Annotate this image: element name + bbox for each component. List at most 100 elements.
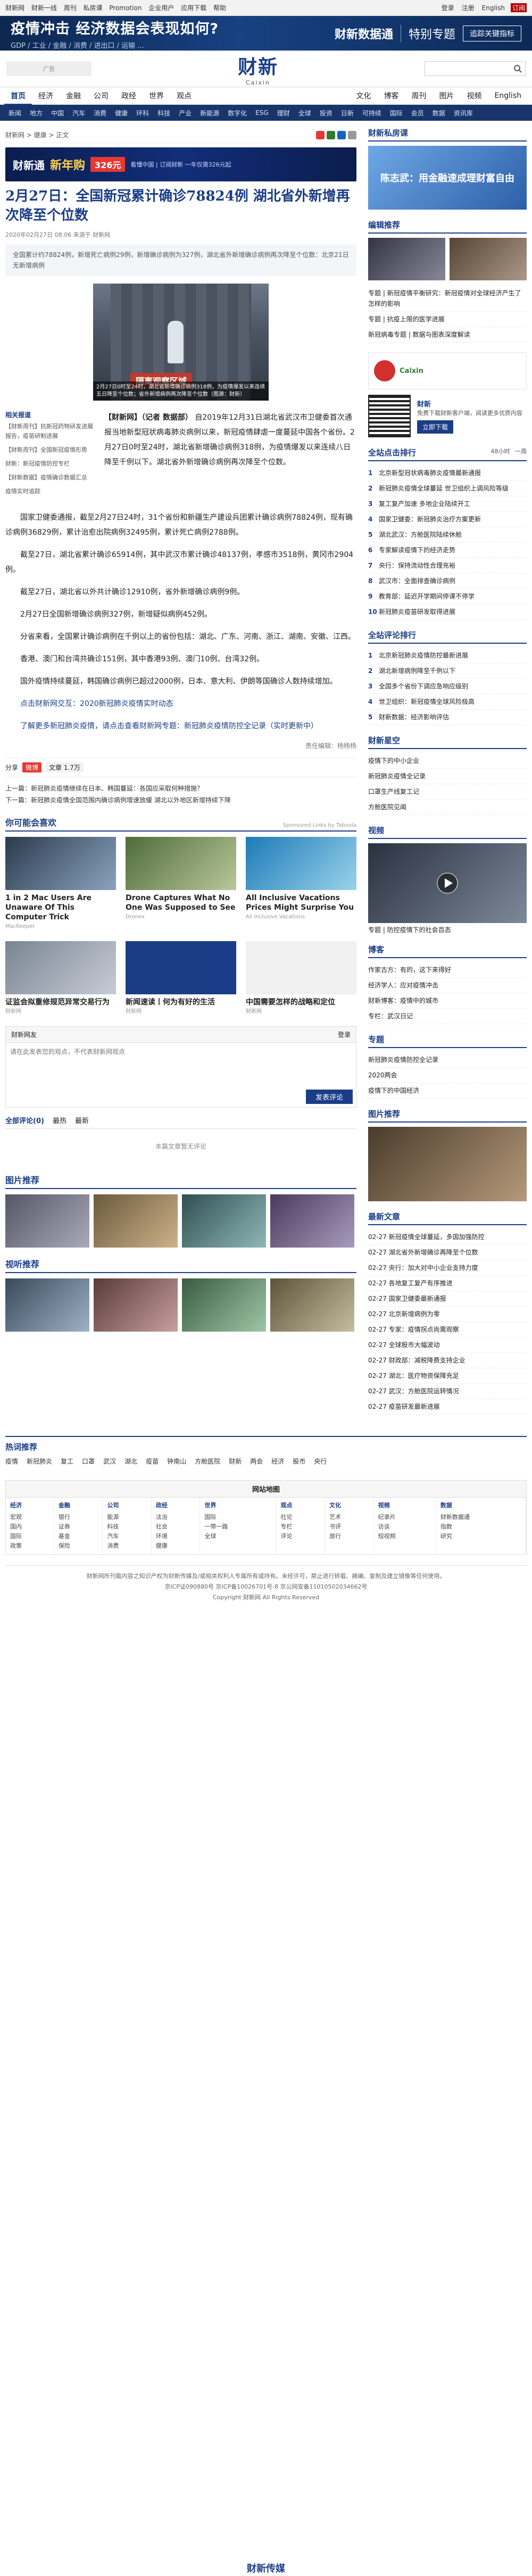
site-map-link[interactable]: 访谈: [378, 1522, 431, 1532]
subnav-item[interactable]: 可持续: [358, 109, 386, 118]
photo-thumb[interactable]: [94, 1194, 178, 1248]
english-link[interactable]: English: [480, 4, 506, 12]
breadcrumb-text[interactable]: 财新网 > 健康 > 正文: [5, 130, 69, 139]
latest-item[interactable]: 02-27 湖北省外新增确诊再降至个位数: [368, 1245, 527, 1260]
site-map-link[interactable]: 书评: [329, 1522, 369, 1532]
wechat-icon[interactable]: [327, 130, 335, 139]
subnav-item[interactable]: ESG: [251, 109, 273, 117]
hot-word[interactable]: 央行: [314, 1456, 327, 1467]
blog-item[interactable]: 作家古方：有的，这下来得好: [368, 962, 527, 978]
subnav-item[interactable]: 消费: [89, 109, 111, 118]
recommend-card[interactable]: 新闻速读丨何为有好的生活 财新网: [126, 941, 236, 1017]
site-map-col-head[interactable]: 数据: [440, 1501, 521, 1510]
nav-item[interactable]: 政经: [115, 90, 143, 101]
nav-item[interactable]: 周刊: [405, 90, 433, 101]
hot-word[interactable]: 钟南山: [167, 1456, 186, 1467]
hot-word[interactable]: 股市: [293, 1456, 305, 1467]
editor-pick-item[interactable]: 专题 | 新冠疫情平衡研究：新冠疫情对全球经济产生了怎样的影响: [368, 286, 527, 312]
latest-item[interactable]: 02-27 专家：疫情拐点尚需观察: [368, 1322, 527, 1337]
qzone-icon[interactable]: [337, 130, 346, 139]
top-link[interactable]: 财新网: [5, 4, 24, 12]
top-link[interactable]: Promotion: [109, 4, 142, 12]
tab-week[interactable]: 一周: [515, 448, 527, 455]
site-map-link[interactable]: 社会: [156, 1522, 196, 1532]
nav-item[interactable]: English: [488, 92, 528, 100]
site-map-link[interactable]: 消费: [107, 1541, 147, 1551]
subnav-item[interactable]: 全球: [294, 109, 315, 118]
hot-word[interactable]: 湖北: [124, 1456, 137, 1467]
site-map-link[interactable]: 科技: [107, 1522, 147, 1532]
hot-ranking-item[interactable]: 2 新冠肺炎疫情全球蔓延 世卫组织上调风险等级: [368, 481, 527, 496]
related-link[interactable]: 疫情实时追踪: [5, 487, 96, 496]
site-map-link[interactable]: 政策: [10, 1541, 49, 1551]
site-map-link[interactable]: 汽车: [107, 1532, 147, 1541]
starry-item[interactable]: 方舱医院见闻: [368, 800, 527, 815]
login-link[interactable]: 登录: [440, 3, 456, 12]
subnav-item[interactable]: 日新: [337, 109, 358, 118]
video-thumb[interactable]: [182, 1278, 266, 1332]
topic-item[interactable]: 疫情下的中国经济: [368, 1083, 527, 1099]
subnav-item[interactable]: 新闻: [4, 109, 26, 118]
nav-item[interactable]: 经济: [32, 90, 60, 101]
site-map-link[interactable]: 一带一路: [204, 1522, 271, 1532]
latest-item[interactable]: 02-27 财政部：减税降费支持企业: [368, 1353, 527, 1368]
hot-ranking-item[interactable]: 1 北京新型冠状病毒肺炎疫情最新通报: [368, 466, 527, 481]
hot-ranking-item[interactable]: 8 武汉市：全面排查确诊病例: [368, 574, 527, 589]
latest-item[interactable]: 02-27 全球股市大幅波动: [368, 1337, 527, 1353]
site-map-link[interactable]: 研究: [440, 1532, 521, 1541]
hot-word[interactable]: 武汉: [103, 1456, 116, 1467]
comment-input[interactable]: [6, 1043, 356, 1084]
subnav-item[interactable]: 理财: [273, 109, 294, 118]
search-box[interactable]: [424, 61, 526, 76]
hot-word[interactable]: 疫情: [5, 1456, 18, 1467]
site-logo[interactable]: 财新 Caixin: [238, 52, 278, 86]
latest-item[interactable]: 02-27 疫苗研发最新进展: [368, 1399, 527, 1415]
nav-item[interactable]: 图片: [433, 90, 460, 101]
subnav-item[interactable]: 新能源: [196, 109, 223, 118]
recommend-card[interactable]: 中国需要怎样的战略和定位 财新网: [246, 941, 356, 1017]
photo-thumb[interactable]: [270, 1194, 354, 1248]
nav-item[interactable]: 视频: [460, 90, 488, 101]
photo-rec-image[interactable]: [368, 1127, 527, 1201]
site-map-col-head[interactable]: 世界: [204, 1501, 271, 1510]
starry-item[interactable]: 疫情下的中小企业: [368, 753, 527, 769]
weibo-share-button[interactable]: 微博: [22, 762, 42, 772]
video-thumb[interactable]: [5, 1278, 89, 1332]
topic-item[interactable]: 新冠肺炎疫情防控全记录: [368, 1052, 527, 1068]
hot-ranking-item[interactable]: 7 央行：保持流动性合理充裕: [368, 558, 527, 574]
blog-item[interactable]: 经济学人：应对疫情冲击: [368, 978, 527, 993]
video-thumb[interactable]: [270, 1278, 354, 1332]
site-map-link[interactable]: 证券: [59, 1522, 98, 1532]
starry-item[interactable]: 新冠肺炎疫情全记录: [368, 769, 527, 784]
site-map-link[interactable]: 基金: [59, 1532, 98, 1541]
top-link[interactable]: 财新一线: [31, 4, 57, 12]
subscription-ad[interactable]: 财新通 新年购 326元 看懂中国 | 订阅财新 一年仅需326元起: [5, 147, 356, 181]
latest-item[interactable]: 02-27 北京新增病例为零: [368, 1307, 527, 1322]
site-map-link[interactable]: 国内: [10, 1522, 49, 1532]
site-map-col-head[interactable]: 视频: [378, 1501, 431, 1510]
site-map-link[interactable]: 旅行: [329, 1532, 369, 1541]
subnav-item[interactable]: 资讯库: [450, 109, 477, 118]
subnav-item[interactable]: 健康: [111, 109, 132, 118]
site-map-link[interactable]: 银行: [59, 1513, 98, 1522]
site-map-link[interactable]: 全球: [204, 1532, 271, 1541]
promo-banner[interactable]: 疫情冲击 经济数据会表现如何? GDP / 工业 / 金融 / 消费 / 进出口…: [0, 16, 532, 51]
site-map-link[interactable]: 指数: [440, 1522, 521, 1532]
photo-thumb[interactable]: [182, 1194, 266, 1248]
comment-submit-button[interactable]: 发表评论: [305, 1090, 353, 1104]
comment-login-link[interactable]: 登录: [338, 1030, 351, 1039]
site-map-col-head[interactable]: 文化: [329, 1501, 369, 1510]
editor-pick-item[interactable]: 专题 | 抗疫上限的医学进展: [368, 312, 527, 327]
site-map-link[interactable]: 国际: [204, 1513, 271, 1522]
hot-word[interactable]: 两会: [250, 1456, 263, 1467]
top-link[interactable]: 私房课: [84, 4, 103, 12]
search-icon[interactable]: [513, 64, 522, 73]
next-article-link[interactable]: 下一篇：新冠肺炎疫情全国范围内确诊病例增速放缓 湖北以外地区新增持续下降: [5, 794, 356, 806]
nav-item[interactable]: 博客: [377, 90, 405, 101]
hot-word[interactable]: 新冠肺炎: [27, 1456, 52, 1467]
site-map-link[interactable]: 健康: [156, 1541, 196, 1551]
prev-article-link[interactable]: 上一篇：新冠肺炎疫情继续在日本、韩国蔓延：各国应采取何种措施？: [5, 783, 356, 794]
subnav-item[interactable]: 科技: [153, 109, 174, 118]
subnav-item[interactable]: 地方: [26, 109, 47, 118]
site-map-link[interactable]: 国际: [10, 1532, 49, 1541]
